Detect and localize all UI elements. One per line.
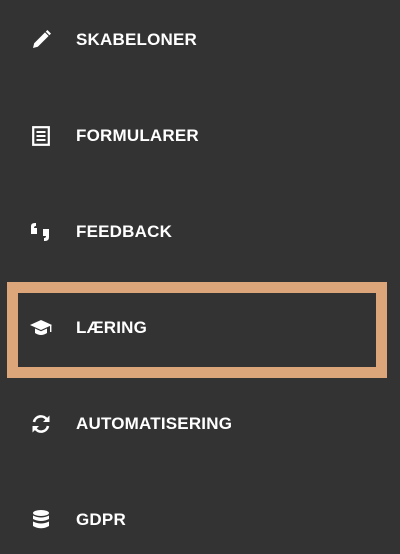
menu-item-laering[interactable]: LÆRING	[0, 308, 400, 348]
menu-item-label: LÆRING	[76, 318, 148, 337]
pencil-icon	[28, 27, 54, 53]
menu-item-formularer[interactable]: FORMULARER	[0, 116, 400, 156]
graduation-cap-icon	[28, 315, 54, 341]
menu-item-label: GDPR	[76, 510, 126, 529]
menu-item-skabeloner[interactable]: SKABELONER	[0, 20, 400, 60]
menu-item-gdpr[interactable]: GDPR	[0, 500, 400, 540]
menu-item-label: FORMULARER	[76, 126, 199, 145]
refresh-icon	[28, 411, 54, 437]
form-document-icon	[28, 123, 54, 149]
menu-item-feedback[interactable]: FEEDBACK	[0, 212, 400, 252]
menu-item-label: SKABELONER	[76, 30, 198, 49]
sidebar-menu: SKABELONER FORMULARER FEEDBACK LÆRING AU…	[0, 0, 400, 554]
database-icon	[28, 507, 54, 533]
menu-item-automatisering[interactable]: AUTOMATISERING	[0, 404, 400, 444]
quote-icon	[28, 219, 54, 245]
menu-item-label: FEEDBACK	[76, 222, 173, 241]
menu-item-label: AUTOMATISERING	[76, 414, 233, 433]
